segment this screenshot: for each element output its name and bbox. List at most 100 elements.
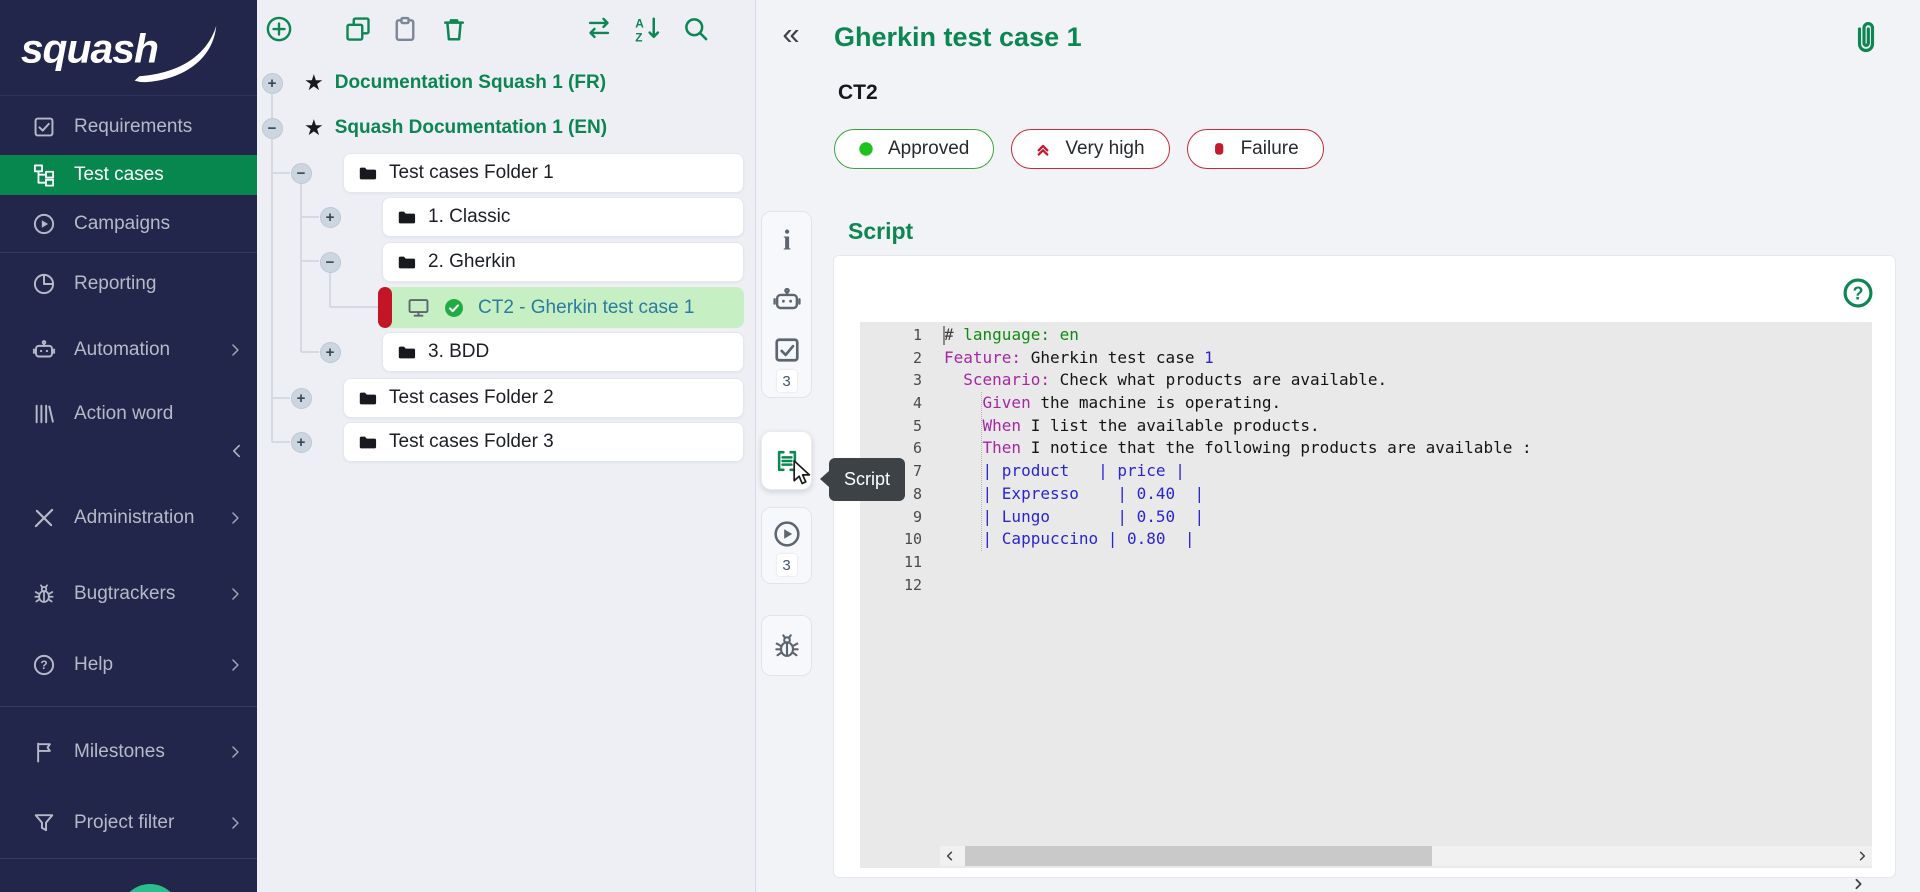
sidebar-item-milestones[interactable]: Milestones	[0, 732, 257, 772]
code-text: When I list the available products.	[944, 415, 1320, 438]
app-logo[interactable]: squash	[0, 0, 257, 96]
code-line: 11	[860, 551, 1872, 574]
folder-icon	[357, 432, 378, 453]
code-line: 4 Given the machine is operating.	[860, 392, 1872, 415]
help-button[interactable]: ?	[1840, 275, 1876, 311]
gherkin-editor[interactable]: 1# language: en2Feature: Gherkin test ca…	[860, 322, 1872, 868]
copy-button[interactable]	[343, 14, 373, 44]
sidebar-item-reporting[interactable]: Reporting	[0, 264, 257, 304]
code-token: When	[983, 416, 1022, 435]
sidebar-item-administration[interactable]: Administration	[0, 498, 257, 538]
scroll-left-icon[interactable]	[943, 849, 957, 863]
line-number: 10	[860, 528, 922, 551]
search-button[interactable]	[681, 14, 711, 44]
code-line: 1# language: en	[860, 324, 1872, 347]
tab-information[interactable]: i	[771, 224, 803, 256]
svg-text:Z: Z	[635, 30, 642, 44]
folder-icon	[396, 252, 417, 273]
expand-plus-icon[interactable]: +	[262, 73, 283, 94]
add-button[interactable]	[264, 14, 294, 44]
line-number: 11	[860, 551, 922, 574]
line-number: 5	[860, 415, 922, 438]
tab-issues[interactable]	[771, 630, 803, 662]
badge-label: Approved	[888, 138, 969, 160]
sidebar-item-label: Help	[74, 654, 113, 676]
expand-plus-icon[interactable]: +	[291, 432, 312, 453]
funnel-icon	[31, 810, 57, 836]
sidebar-item-automation[interactable]: Automation	[0, 330, 257, 370]
status-badge-failure[interactable]: Failure	[1187, 129, 1324, 169]
sidebar-collapse-button[interactable]	[0, 435, 257, 469]
code-token: 1	[1204, 348, 1214, 367]
checkbox-icon	[771, 334, 803, 366]
tree-project-row[interactable]: ★Squash Documentation 1 (EN)	[304, 108, 607, 148]
tab-card: i3	[761, 211, 812, 398]
code-token	[944, 393, 983, 412]
sidebar-item-requirements[interactable]: Requirements	[0, 107, 257, 147]
panel-scroll-right-icon[interactable]	[1850, 876, 1866, 892]
status-badge-very-high[interactable]: Very high	[1011, 129, 1169, 169]
tree-connector	[272, 397, 290, 399]
scroll-right-icon[interactable]	[1855, 849, 1869, 863]
svg-text:i: i	[783, 225, 791, 256]
paste-icon	[390, 14, 420, 44]
sidebar-item-bugtrackers[interactable]: Bugtrackers	[0, 574, 257, 614]
user-avatar[interactable]	[120, 884, 180, 892]
sidebar-item-test-cases[interactable]: Test cases	[0, 155, 257, 195]
delete-button[interactable]	[439, 14, 469, 44]
expand-plus-icon[interactable]: +	[291, 388, 312, 409]
sidebar-item-action-word[interactable]: Action word	[0, 394, 257, 434]
code-line: 3 Scenario: Check what products are avai…	[860, 369, 1872, 392]
folder-icon	[357, 388, 378, 409]
chevron-right-icon	[224, 507, 246, 529]
milestone-red-bar	[378, 287, 392, 328]
tree-folder-row[interactable]: Test cases Folder 2	[343, 378, 744, 418]
tab-automation[interactable]	[771, 284, 803, 316]
expand-plus-icon[interactable]: +	[320, 342, 341, 363]
code-text: | Lungo | 0.50 |	[944, 506, 1204, 529]
folder-icon	[396, 342, 417, 363]
horizontal-scrollbar[interactable]	[940, 846, 1872, 866]
paste-button[interactable]	[390, 14, 420, 44]
sidebar-item-label: Project filter	[74, 812, 174, 834]
tree-folder-row[interactable]: 1. Classic	[382, 197, 744, 237]
tree-project-row[interactable]: ★Documentation Squash 1 (FR)	[304, 63, 606, 103]
folder-label: 2. Gherkin	[428, 251, 516, 273]
tree-connector	[330, 306, 378, 308]
tab-executions[interactable]	[771, 518, 803, 550]
swap-button[interactable]	[584, 14, 614, 44]
sidebar-item-label: Requirements	[74, 116, 192, 138]
code-token: the machine is operating.	[1031, 393, 1281, 412]
folder-icon	[357, 163, 378, 184]
sidebar-item-project-filter[interactable]: Project filter	[0, 803, 257, 843]
sidebar-item-campaigns[interactable]: Campaigns	[0, 204, 257, 244]
attachments-button[interactable]	[1846, 14, 1886, 60]
code-line: 6 Then I notice that the following produ…	[860, 437, 1872, 460]
tree-testcase-row-selected[interactable]: CT2 - Gherkin test case 1	[382, 287, 744, 328]
sidebar-divider	[0, 706, 257, 707]
dot-icon	[855, 138, 877, 160]
tree-folder-row[interactable]: Test cases Folder 3	[343, 422, 744, 462]
collapse-minus-icon[interactable]: −	[320, 252, 341, 273]
code-token: Scenario:	[963, 370, 1050, 389]
tree-folder-row[interactable]: 2. Gherkin	[382, 242, 744, 282]
collapse-minus-icon[interactable]: −	[291, 163, 312, 184]
check-circle-icon	[443, 297, 465, 319]
chevrons-up-icon	[1032, 138, 1054, 160]
collapse-minus-icon[interactable]: −	[262, 118, 283, 139]
folder-label: 1. Classic	[428, 206, 510, 228]
tree-folder-row[interactable]: 3. BDD	[382, 332, 744, 372]
sidebar-item-help[interactable]: ? Help	[0, 645, 257, 685]
status-badge-approved[interactable]: Approved	[834, 129, 994, 169]
expand-plus-icon[interactable]: +	[320, 207, 341, 228]
sort-button[interactable]: AZ	[633, 14, 663, 44]
code-text: | Expresso | 0.40 |	[944, 483, 1204, 506]
tab-verified-requirements[interactable]	[771, 334, 803, 366]
badge-label: Failure	[1241, 138, 1299, 160]
scrollbar-thumb[interactable]	[965, 846, 1432, 866]
line-number: 3	[860, 369, 922, 392]
collapse-panel-button[interactable]: «	[774, 14, 808, 54]
code-token: | Expresso | 0.40 |	[944, 484, 1204, 503]
tree-folder-row[interactable]: Test cases Folder 1	[343, 153, 744, 193]
help-icon: ?	[31, 652, 57, 678]
